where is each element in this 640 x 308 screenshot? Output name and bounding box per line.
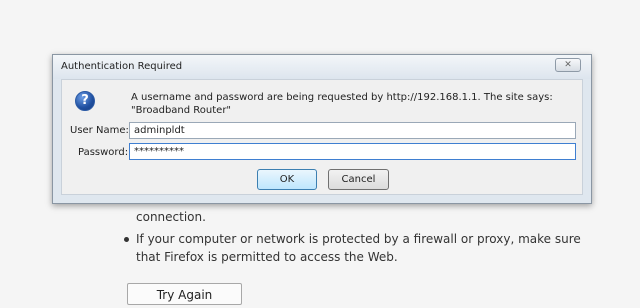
ok-button[interactable]: OK bbox=[257, 169, 317, 190]
bullet-icon bbox=[124, 237, 129, 242]
try-again-button[interactable]: Try Again bbox=[127, 283, 242, 305]
password-label: Password: bbox=[78, 147, 129, 158]
close-icon: ✕ bbox=[564, 60, 572, 70]
dialog-body: ? A username and password are being requ… bbox=[61, 79, 583, 195]
username-field[interactable] bbox=[129, 122, 576, 139]
username-label: User Name: bbox=[70, 125, 129, 136]
close-button[interactable]: ✕ bbox=[555, 58, 581, 72]
cancel-button[interactable]: Cancel bbox=[328, 169, 389, 190]
password-field[interactable] bbox=[129, 143, 576, 160]
dialog-title: Authentication Required bbox=[61, 61, 183, 72]
error-text-line: If your computer or network is protected… bbox=[136, 232, 581, 246]
dialog-titlebar[interactable]: Authentication Required ✕ bbox=[53, 55, 591, 79]
authentication-dialog: Authentication Required ✕ ? A username a… bbox=[52, 54, 592, 204]
question-icon: ? bbox=[75, 91, 95, 111]
error-text-line: that Firefox is permitted to access the … bbox=[136, 250, 398, 264]
error-text-line: connection. bbox=[136, 210, 206, 224]
auth-message: A username and password are being reques… bbox=[131, 92, 553, 116]
